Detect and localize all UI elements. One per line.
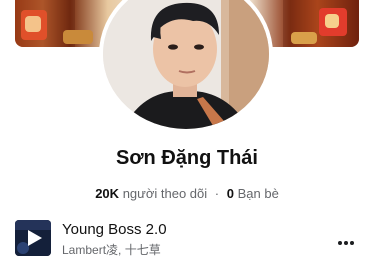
profile-stats: 20K người theo dõi · 0 Bạn bè: [0, 186, 374, 201]
stats-separator: ·: [214, 186, 220, 201]
friends-count: 0: [226, 186, 234, 201]
friends-label: Bạn bè: [237, 186, 279, 201]
followers-count: 20K: [95, 186, 120, 201]
music-artist: Lambert凌, 十七草: [62, 243, 161, 257]
profile-avatar[interactable]: [99, 0, 273, 133]
more-horizontal-icon[interactable]: [336, 232, 356, 245]
profile-music-item[interactable]: Young Boss 2.0 Lambert凌, 十七草: [15, 218, 360, 258]
music-thumbnail[interactable]: [15, 220, 51, 256]
avatar-portrait: [103, 0, 269, 129]
followers-label: người theo dõi: [122, 186, 208, 201]
followers-link[interactable]: 20K người theo dõi: [95, 186, 207, 201]
play-icon: [15, 220, 51, 256]
friends-link[interactable]: 0 Bạn bè: [227, 186, 279, 201]
profile-name: Sơn Đặng Thái: [115, 147, 258, 169]
music-title: Young Boss 2.0: [62, 221, 167, 238]
